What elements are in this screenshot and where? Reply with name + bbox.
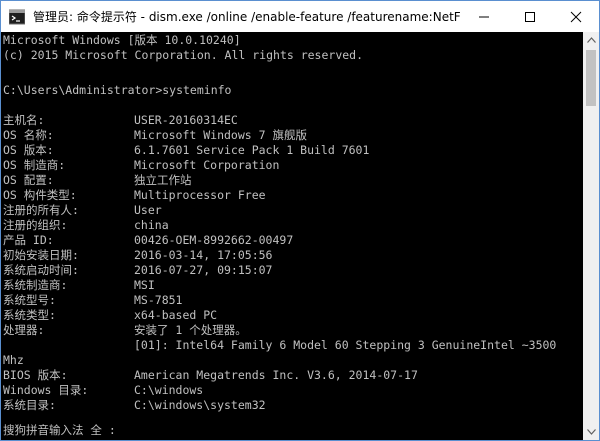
info-row: [01]: Intel64 Family 6 Model 60 Stepping… [1, 338, 583, 353]
info-label: 系统制造商: [3, 278, 68, 292]
info-value: C:\windows [134, 383, 204, 397]
info-value: 独立工作站 [134, 173, 192, 187]
info-label: 初始安装日期: [3, 248, 79, 262]
copyright-line: (c) 2015 Microsoft Corporation. All righ… [3, 48, 364, 62]
info-row: 注册的所有人: User [1, 203, 583, 218]
info-row: 系统启动时间: 2016-07-27, 09:15:07 [1, 263, 583, 278]
info-row: 初始安装日期: 2016-03-14, 17:05:56 [1, 248, 583, 263]
info-label: OS 版本: [3, 143, 54, 157]
info-value: C:\windows\system32 [134, 398, 266, 412]
info-row: OS 制造商: Microsoft Corporation [1, 158, 583, 173]
info-label: OS 配置: [3, 173, 54, 187]
close-button[interactable] [553, 1, 599, 32]
info-row: 注册的组织: china [1, 218, 583, 233]
info-row: 系统型号: MS-7851 [1, 293, 583, 308]
info-value: Microsoft Corporation [134, 158, 280, 172]
info-row: OS 构件类型: Multiprocessor Free [1, 188, 583, 203]
info-row: BIOS 版本: American Megatrends Inc. V3.6, … [1, 368, 583, 383]
wrapped-text-line: Mhz [3, 353, 24, 367]
info-row: 系统目录: C:\windows\system32 [1, 398, 583, 413]
info-label: 处理器: [3, 323, 45, 337]
info-label: OS 制造商: [3, 158, 66, 172]
info-value: 2016-03-14, 17:05:56 [134, 248, 273, 262]
info-value: china [134, 218, 169, 232]
info-label: Windows 目录: [3, 383, 89, 397]
info-row: 产品 ID: 00426-OEM-8992662-00497 [1, 233, 583, 248]
maximize-button[interactable] [507, 1, 553, 32]
info-label: 注册的所有人: [3, 203, 79, 217]
info-row: OS 名称: Microsoft Windows 7 旗舰版 [1, 128, 583, 143]
chevron-down-icon [586, 429, 596, 435]
info-value: Multiprocessor Free [134, 188, 266, 202]
info-label: 系统目录: [3, 398, 56, 412]
window-title: 管理员: 命令提示符 - dism.exe /online /enable-fe… [33, 10, 461, 24]
info-row: 处理器: 安装了 1 个处理器。 [1, 323, 583, 338]
scroll-thumb[interactable] [586, 50, 596, 106]
command-prompt-window: 管理员: 命令提示符 - dism.exe /online /enable-fe… [0, 0, 600, 441]
info-value: 6.1.7601 Service Pack 1 Build 7601 [134, 143, 370, 157]
info-value: x64-based PC [134, 308, 218, 322]
scroll-up-button[interactable] [583, 32, 599, 48]
vertical-scrollbar[interactable] [583, 32, 599, 440]
info-label: 主机名: [3, 113, 45, 127]
command-prompt-line: C:\Users\Administrator>systeminfo [3, 83, 232, 97]
info-label: 系统启动时间: [3, 263, 79, 277]
info-label: OS 构件类型: [3, 188, 77, 202]
info-value: [01]: Intel64 Family 6 Model 60 Stepping… [134, 338, 557, 352]
ime-status-bar: 搜狗拼音输入法 全 : [3, 423, 116, 437]
info-label: 注册的组织: [3, 218, 68, 232]
maximize-icon [525, 11, 535, 22]
info-row: Windows 目录: C:\windows [1, 383, 583, 398]
info-row: OS 配置: 独立工作站 [1, 173, 583, 188]
info-value: 安装了 1 个处理器。 [134, 323, 247, 337]
info-value: MS-7851 [134, 293, 183, 307]
title-bar[interactable]: 管理员: 命令提示符 - dism.exe /online /enable-fe… [1, 1, 599, 32]
info-label: OS 名称: [3, 128, 54, 142]
info-row: 主机名: USER-20160314EC [1, 113, 583, 128]
info-value: MSI [134, 278, 155, 292]
info-row: 系统类型: x64-based PC [1, 308, 583, 323]
minimize-button[interactable] [461, 1, 507, 32]
info-value: User [134, 203, 162, 217]
version-line: Microsoft Windows [版本 10.0.10240] [3, 33, 241, 47]
info-label: 产品 ID: [3, 233, 54, 247]
info-row: OS 版本: 6.1.7601 Service Pack 1 Build 760… [1, 143, 583, 158]
close-icon [570, 11, 582, 22]
info-label: BIOS 版本: [3, 368, 68, 382]
info-label: 系统型号: [3, 293, 56, 307]
console-output[interactable]: Microsoft Windows [版本 10.0.10240] (c) 20… [1, 32, 583, 440]
info-value: Microsoft Windows 7 旗舰版 [134, 128, 307, 142]
info-value: 00426-OEM-8992662-00497 [134, 233, 294, 247]
scroll-down-button[interactable] [583, 424, 599, 440]
info-value: USER-20160314EC [134, 113, 238, 127]
cmd-app-icon [8, 9, 26, 25]
chevron-up-icon [586, 37, 596, 43]
info-value: American Megatrends Inc. V3.6, 2014-07-1… [134, 368, 418, 382]
info-label: 系统类型: [3, 308, 56, 322]
info-value: 2016-07-27, 09:15:07 [134, 263, 273, 277]
info-row: 系统制造商: MSI [1, 278, 583, 293]
minimize-icon [479, 16, 489, 17]
